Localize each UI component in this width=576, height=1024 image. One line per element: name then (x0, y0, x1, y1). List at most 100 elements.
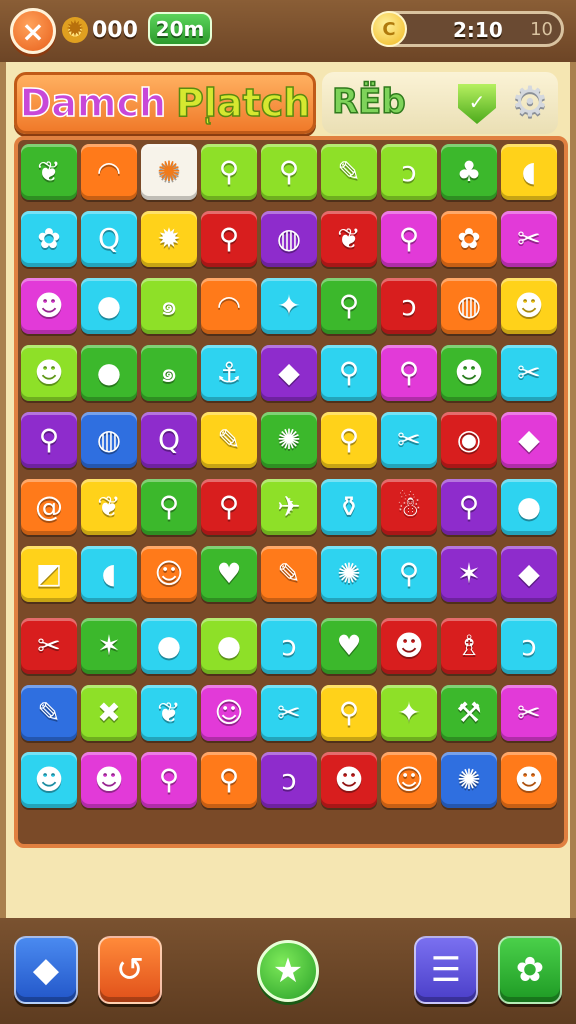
tile[interactable]: ✂ (501, 211, 557, 267)
tile[interactable]: ● (81, 345, 137, 401)
tile[interactable]: @ (21, 479, 77, 535)
tile[interactable]: ◩ (21, 546, 77, 602)
tile[interactable]: ✖ (81, 685, 137, 741)
tile[interactable]: ☻ (21, 345, 77, 401)
tile[interactable]: ● (81, 278, 137, 334)
tile[interactable]: ☺ (381, 752, 437, 808)
tile[interactable]: ⚲ (381, 211, 437, 267)
tile[interactable]: ⚲ (321, 278, 377, 334)
tile[interactable]: ☺ (141, 546, 197, 602)
tile[interactable]: ☻ (321, 752, 377, 808)
tile[interactable]: ✿ (441, 211, 497, 267)
tile[interactable]: ↄ (381, 144, 437, 200)
menu-button[interactable]: ☰ (414, 936, 478, 1004)
tile[interactable]: ⚲ (201, 144, 257, 200)
tile[interactable]: ⚲ (321, 345, 377, 401)
tile[interactable]: ● (201, 618, 257, 674)
tile[interactable]: ๑ (141, 278, 197, 334)
tile[interactable]: ☻ (501, 278, 557, 334)
tile[interactable]: ⚲ (141, 479, 197, 535)
tile[interactable]: ✦ (381, 685, 437, 741)
tile[interactable]: ↄ (261, 618, 317, 674)
tile[interactable]: ✺ (441, 752, 497, 808)
tile[interactable]: ⚲ (381, 345, 437, 401)
tile[interactable]: ↄ (501, 618, 557, 674)
star-button[interactable]: ★ (257, 940, 319, 1002)
tile[interactable]: ⚲ (321, 685, 377, 741)
tile[interactable]: ◆ (261, 345, 317, 401)
eraser-button[interactable]: ◆ (14, 936, 78, 1004)
tile[interactable]: ✂ (261, 685, 317, 741)
tile[interactable]: ◠ (201, 278, 257, 334)
tile[interactable]: ✎ (21, 685, 77, 741)
tile[interactable]: ◉ (441, 412, 497, 468)
tile[interactable]: ⚱ (321, 479, 377, 535)
tile[interactable]: ◍ (441, 278, 497, 334)
tile[interactable]: ⚲ (21, 412, 77, 468)
tile[interactable]: ◠ (81, 144, 137, 200)
tile[interactable]: ◆ (501, 412, 557, 468)
tile[interactable]: ☃ (381, 479, 437, 535)
tile[interactable]: ✎ (201, 412, 257, 468)
tile[interactable]: ⚒ (441, 685, 497, 741)
tile[interactable]: ⚲ (201, 211, 257, 267)
tile[interactable]: ❦ (21, 144, 77, 200)
tile[interactable]: ◍ (261, 211, 317, 267)
tile[interactable]: ✹ (141, 211, 197, 267)
tile[interactable]: ⚓ (201, 345, 257, 401)
tile[interactable]: ♗ (441, 618, 497, 674)
coin-counter: ✹ 000 (62, 14, 138, 46)
tile[interactable]: Q (141, 412, 197, 468)
tile[interactable]: ✺ (261, 412, 317, 468)
tile[interactable]: ✈ (261, 479, 317, 535)
tile[interactable]: ✶ (81, 618, 137, 674)
tile[interactable]: ● (141, 618, 197, 674)
undo-button[interactable]: ↺ (98, 936, 162, 1004)
tile[interactable]: ⚲ (141, 752, 197, 808)
mode-badge[interactable]: 20m (148, 12, 212, 46)
tile[interactable]: ☻ (381, 618, 437, 674)
tile[interactable]: ♥ (201, 546, 257, 602)
tile[interactable]: ♣ (441, 144, 497, 200)
tile[interactable]: ✶ (441, 546, 497, 602)
close-button[interactable]: × (10, 8, 56, 54)
tile[interactable]: ☻ (21, 752, 77, 808)
tile[interactable]: ✎ (321, 144, 377, 200)
tile[interactable]: ❦ (321, 211, 377, 267)
tile[interactable]: ◖ (501, 144, 557, 200)
tile[interactable]: ❦ (81, 479, 137, 535)
tile[interactable]: ◍ (81, 412, 137, 468)
tile[interactable]: ⚲ (441, 479, 497, 535)
tile[interactable]: ⚲ (321, 412, 377, 468)
tile[interactable]: ✿ (21, 211, 77, 267)
tile[interactable]: ◆ (501, 546, 557, 602)
tile[interactable]: ❦ (141, 685, 197, 741)
tile[interactable]: ☺ (201, 685, 257, 741)
tile[interactable]: ⚲ (201, 479, 257, 535)
tile[interactable]: ⚲ (261, 144, 317, 200)
shield-icon[interactable]: ✓ (458, 84, 496, 124)
tile[interactable]: ✂ (501, 685, 557, 741)
tile[interactable]: ☻ (501, 752, 557, 808)
tile[interactable]: ✂ (21, 618, 77, 674)
tile[interactable]: ☻ (21, 278, 77, 334)
gear-icon[interactable]: ⚙ (508, 80, 552, 124)
tile[interactable]: ↄ (261, 752, 317, 808)
tile[interactable]: ☻ (81, 752, 137, 808)
tile[interactable]: ● (501, 479, 557, 535)
tile[interactable]: ⚲ (381, 546, 437, 602)
tile[interactable]: ✎ (261, 546, 317, 602)
tile[interactable]: ✺ (321, 546, 377, 602)
tile[interactable]: ⚲ (201, 752, 257, 808)
tile[interactable]: ๑ (141, 345, 197, 401)
tile[interactable]: ✦ (261, 278, 317, 334)
tile[interactable]: ◖ (81, 546, 137, 602)
tile[interactable]: ↄ (381, 278, 437, 334)
tile[interactable]: ☻ (441, 345, 497, 401)
tile[interactable]: ✺ (141, 144, 197, 200)
tile[interactable]: ✂ (381, 412, 437, 468)
settings-button[interactable]: ✿ (498, 936, 562, 1004)
tile[interactable]: ✂ (501, 345, 557, 401)
tile[interactable]: ♥ (321, 618, 377, 674)
tile[interactable]: Q (81, 211, 137, 267)
